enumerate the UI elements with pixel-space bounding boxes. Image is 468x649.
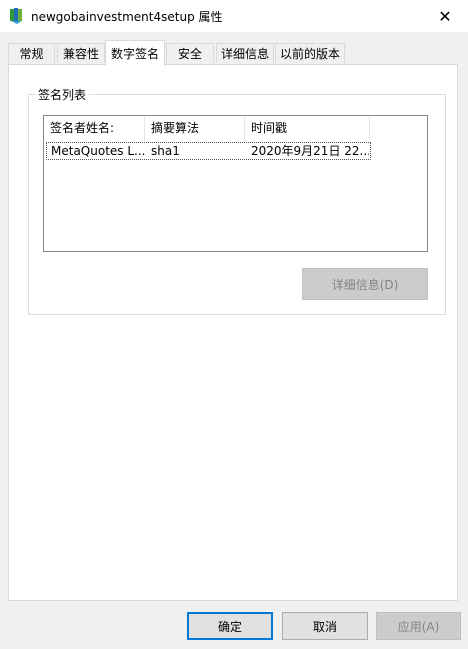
tab-security[interactable]: 安全: [166, 43, 214, 63]
signature-row[interactable]: MetaQuotes L... sha1 2020年9月21日 22...: [46, 142, 371, 160]
installer-app-icon: [10, 8, 22, 24]
signature-list-group: 签名列表 签名者姓名: 摘要算法 时间戳 MetaQuotes L... sha…: [28, 86, 446, 315]
signature-list[interactable]: 签名者姓名: 摘要算法 时间戳 MetaQuotes L... sha1 202…: [43, 115, 428, 252]
close-button[interactable]: ✕: [422, 0, 468, 32]
signer-name-cell: MetaQuotes L...: [51, 144, 145, 158]
tab-general[interactable]: 常规: [8, 43, 55, 63]
apply-button[interactable]: 应用(A): [376, 612, 461, 640]
title-bar: newgobainvestment4setup 属性 ✕: [0, 0, 468, 32]
tab-compatibility[interactable]: 兼容性: [57, 43, 105, 63]
signature-list-label: 签名列表: [35, 86, 90, 103]
tab-details[interactable]: 详细信息: [216, 43, 274, 63]
digital-signatures-panel: 签名列表 签名者姓名: 摘要算法 时间戳 MetaQuotes L... sha…: [8, 64, 458, 601]
window-title: newgobainvestment4setup 属性: [31, 10, 223, 24]
tab-digital-signatures[interactable]: 数字签名: [105, 40, 165, 66]
tab-previous-versions[interactable]: 以前的版本: [275, 43, 345, 63]
list-header: 签名者姓名: 摘要算法 时间戳: [44, 116, 427, 141]
column-header-signer[interactable]: 签名者姓名:: [44, 116, 145, 141]
column-header-timestamp[interactable]: 时间戳: [245, 116, 370, 141]
timestamp-cell: 2020年9月21日 22...: [251, 144, 369, 158]
details-button[interactable]: 详细信息(D): [302, 268, 428, 300]
close-icon: ✕: [438, 6, 452, 26]
ok-button[interactable]: 确定: [187, 612, 273, 640]
column-header-digest[interactable]: 摘要算法: [145, 116, 245, 141]
digest-algorithm-cell: sha1: [151, 144, 180, 158]
cancel-button[interactable]: 取消: [282, 612, 368, 640]
